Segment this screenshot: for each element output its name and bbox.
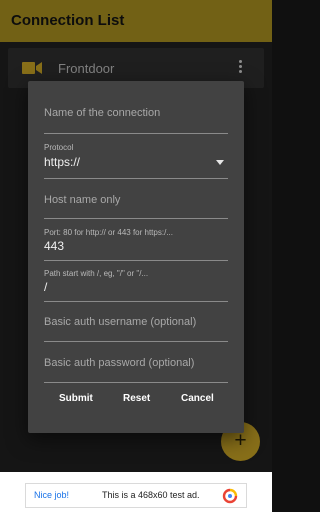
submit-button[interactable]: Submit [59,393,93,404]
protocol-select[interactable]: Protocol https:// [44,143,228,179]
reset-button[interactable]: Reset [123,393,150,404]
auth-username-placeholder: Basic auth username (optional) [44,316,197,328]
ad-choices-icon [222,488,238,504]
connection-name-placeholder: Name of the connection [44,107,161,119]
port-label: Port: 80 for http:// or 443 for https:/.… [44,228,173,237]
host-name-placeholder: Host name only [44,194,121,206]
host-name-field[interactable]: Host name only [44,185,228,219]
path-field[interactable]: Path start with /, eg, "/" or "/... / [44,269,228,302]
path-label: Path start with /, eg, "/" or "/... [44,269,149,278]
cancel-button[interactable]: Cancel [181,393,214,404]
ad-badge: Nice job! [34,490,70,500]
port-value: 443 [44,239,65,253]
port-field[interactable]: Port: 80 for http:// or 443 for https:/.… [44,228,228,261]
path-value: / [44,280,48,294]
dropdown-arrow-icon [216,160,224,165]
auth-password-placeholder: Basic auth password (optional) [44,357,195,369]
protocol-value: https:// [44,155,81,169]
connection-name-field[interactable]: Name of the connection [44,99,228,134]
test-ad-banner[interactable]: Nice job! This is a 468x60 test ad. [25,483,247,508]
dialog-actions: Submit Reset Cancel [28,389,244,411]
connection-dialog: Name of the connection Protocol https://… [28,81,244,433]
ad-message: This is a 468x60 test ad. [102,490,200,500]
protocol-label: Protocol [44,143,74,152]
auth-password-field[interactable]: Basic auth password (optional) [44,348,228,383]
auth-username-field[interactable]: Basic auth username (optional) [44,307,228,342]
